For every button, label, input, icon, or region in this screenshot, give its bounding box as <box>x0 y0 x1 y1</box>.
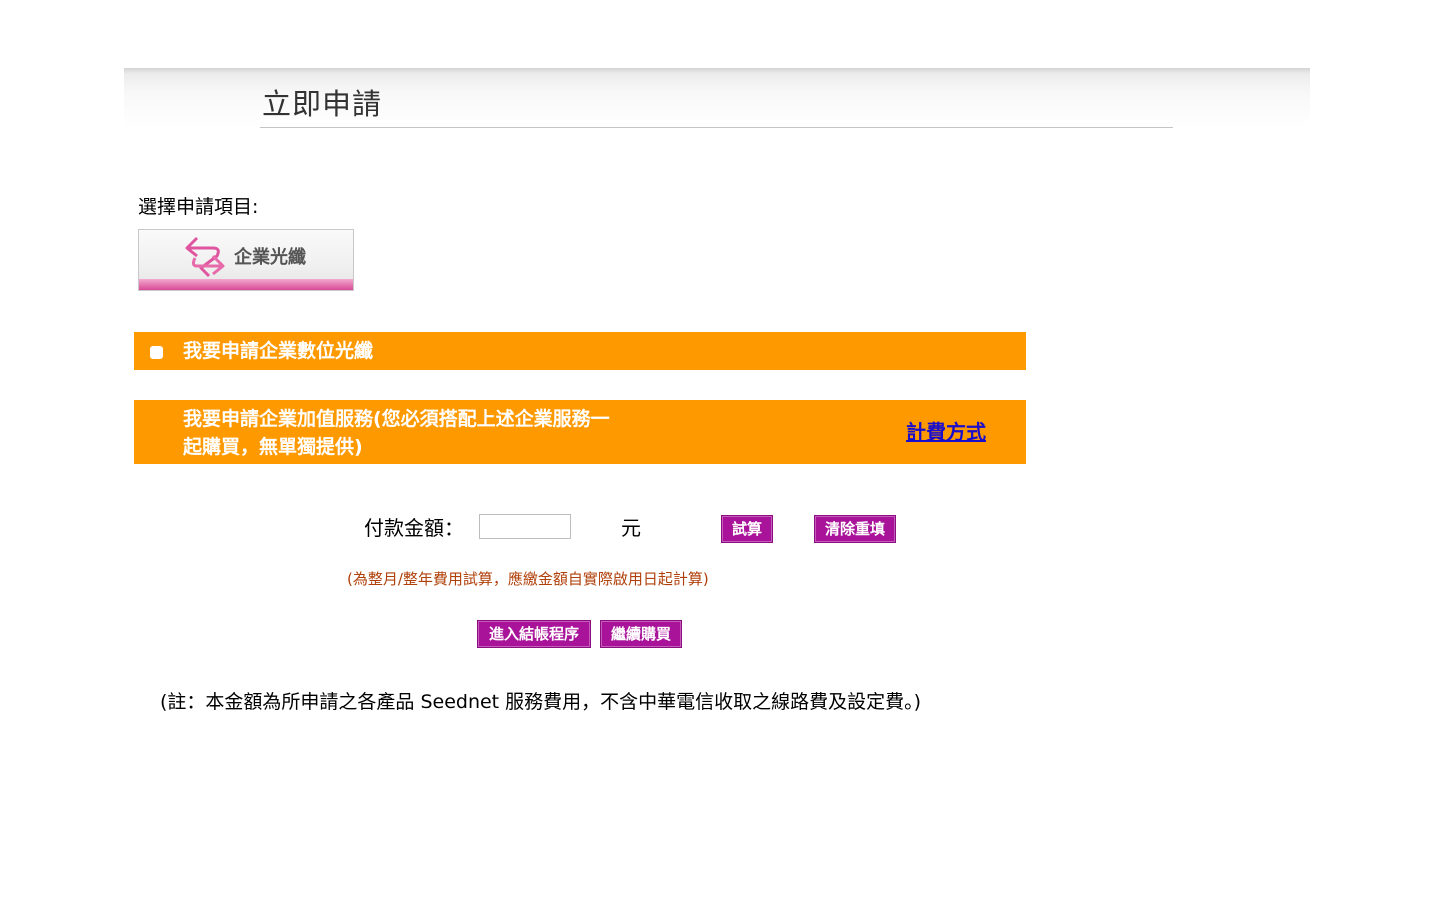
page-title: 立即申請 <box>262 87 383 121</box>
fiber-arrows-icon <box>185 236 225 278</box>
value-added-line2: 起購買，無單獨提供) <box>183 436 363 458</box>
product-tile-enterprise-fiber[interactable]: 企業光纖 <box>138 229 354 291</box>
option-bar-value-added: 我要申請企業加值服務(您必須搭配上述企業服務一 起購買，無單獨提供) 計費方式 <box>134 400 1026 464</box>
payment-amount-input[interactable] <box>479 514 571 539</box>
value-added-line1: 我要申請企業加值服務(您必須搭配上述企業服務一 <box>183 408 610 430</box>
calculation-note: (為整月/整年費用試算，應繳金額自實際啟用日起計算) <box>347 570 709 588</box>
value-added-option-label: 我要申請企業加值服務(您必須搭配上述企業服務一 起購買，無單獨提供) <box>183 405 683 461</box>
select-item-label: 選擇申請項目: <box>138 196 259 218</box>
footnote: (註：本金額為所申請之各產品 Seednet 服務費用，不含中華電信收取之線路費… <box>160 691 922 713</box>
clear-reset-button[interactable]: 清除重填 <box>814 515 896 543</box>
calculate-button[interactable]: 試算 <box>721 515 773 543</box>
currency-unit: 元 <box>621 516 641 540</box>
fiber-checkbox[interactable] <box>150 346 163 359</box>
checkout-button[interactable]: 進入結帳程序 <box>477 620 591 648</box>
title-divider <box>260 127 1173 128</box>
pricing-method-link[interactable]: 計費方式 <box>906 419 986 445</box>
product-accent-bar <box>139 279 353 290</box>
continue-shopping-button[interactable]: 繼續購買 <box>600 620 682 648</box>
option-bar-fiber: 我要申請企業數位光纖 <box>134 332 1026 370</box>
payment-amount-label: 付款金額： <box>364 516 464 540</box>
product-label: 企業光纖 <box>234 247 306 268</box>
fiber-option-label: 我要申請企業數位光纖 <box>183 340 374 362</box>
